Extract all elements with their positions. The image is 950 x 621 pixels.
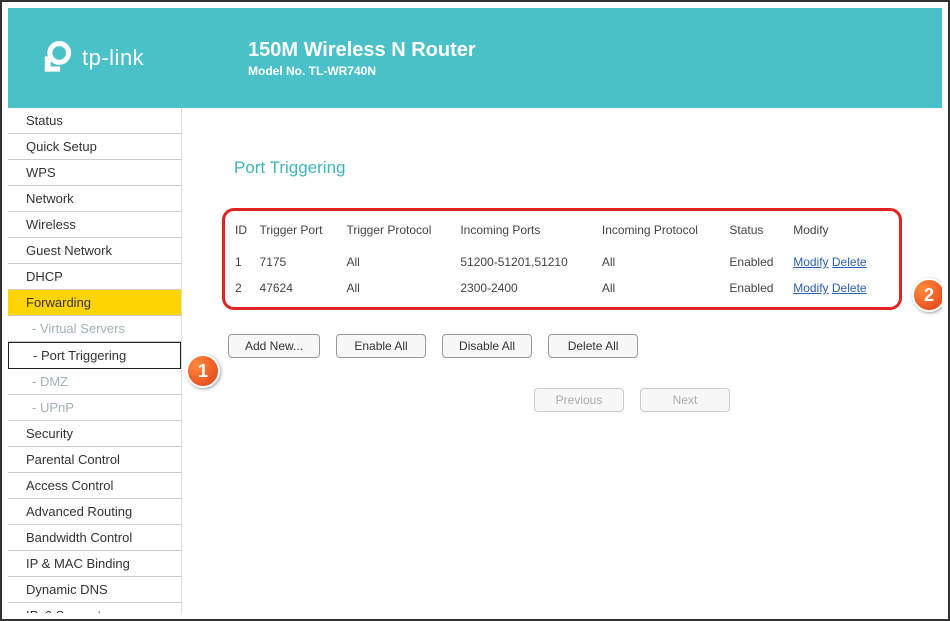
- delete-all-button[interactable]: Delete All: [548, 334, 638, 358]
- page-title: Port Triggering: [234, 158, 902, 178]
- col-trigger-protocol: Trigger Protocol: [342, 217, 456, 249]
- brand-text: tp-link: [82, 45, 144, 71]
- col-incoming-protocol: Incoming Protocol: [598, 217, 726, 249]
- callout-1: 1: [186, 354, 220, 388]
- delete-link[interactable]: Delete: [832, 281, 867, 295]
- sidebar-item-parental-control[interactable]: Parental Control: [8, 447, 181, 473]
- modify-link[interactable]: Modify: [793, 255, 828, 269]
- table-row: 247624All2300-2400AllEnabledModify Delet…: [231, 275, 889, 301]
- col-modify: Modify: [789, 217, 889, 249]
- action-buttons: Add New... Enable All Disable All Delete…: [222, 334, 902, 358]
- cell-trigger-protocol: All: [342, 249, 456, 275]
- next-button[interactable]: Next: [640, 388, 730, 412]
- previous-button[interactable]: Previous: [534, 388, 624, 412]
- col-id: ID: [231, 217, 256, 249]
- sidebar-item-bandwidth-control[interactable]: Bandwidth Control: [8, 525, 181, 551]
- sidebar-item-upnp[interactable]: - UPnP: [8, 395, 181, 421]
- cell-incoming-protocol: All: [598, 275, 726, 301]
- port-triggering-table: ID Trigger Port Trigger Protocol Incomin…: [231, 217, 889, 301]
- enable-all-button[interactable]: Enable All: [336, 334, 426, 358]
- model-number: Model No. TL-WR740N: [248, 64, 476, 78]
- logo: tp-link: [38, 41, 238, 75]
- cell-status: Enabled: [725, 275, 789, 301]
- port-triggering-table-highlight: ID Trigger Port Trigger Protocol Incomin…: [222, 208, 902, 310]
- sidebar-item-virtual-servers[interactable]: - Virtual Servers: [8, 316, 181, 342]
- disable-all-button[interactable]: Disable All: [442, 334, 532, 358]
- sidebar-item-guest-network[interactable]: Guest Network: [8, 238, 181, 264]
- cell-id: 1: [231, 249, 256, 275]
- sidebar-item-ip-mac-binding[interactable]: IP & MAC Binding: [8, 551, 181, 577]
- delete-link[interactable]: Delete: [832, 255, 867, 269]
- callout-2: 2: [912, 278, 942, 312]
- sidebar-item-dhcp[interactable]: DHCP: [8, 264, 181, 290]
- cell-modify: Modify Delete: [789, 275, 889, 301]
- cell-status: Enabled: [725, 249, 789, 275]
- product-title: 150M Wireless N Router: [248, 39, 476, 62]
- sidebar-item-dynamic-dns[interactable]: Dynamic DNS: [8, 577, 181, 603]
- cell-modify: Modify Delete: [789, 249, 889, 275]
- cell-trigger-protocol: All: [342, 275, 456, 301]
- sidebar-item-dmz[interactable]: - DMZ: [8, 369, 181, 395]
- sidebar-item-status[interactable]: Status: [8, 108, 181, 134]
- sidebar-item-wps[interactable]: WPS: [8, 160, 181, 186]
- cell-incoming-ports: 2300-2400: [456, 275, 598, 301]
- cell-incoming-ports: 51200-51201,51210: [456, 249, 598, 275]
- sidebar-item-quick-setup[interactable]: Quick Setup: [8, 134, 181, 160]
- col-trigger-port: Trigger Port: [256, 217, 343, 249]
- table-row: 17175All51200-51201,51210AllEnabledModif…: [231, 249, 889, 275]
- col-status: Status: [725, 217, 789, 249]
- sidebar-item-access-control[interactable]: Access Control: [8, 473, 181, 499]
- sidebar-item-wireless[interactable]: Wireless: [8, 212, 181, 238]
- sidebar: StatusQuick SetupWPSNetworkWirelessGuest…: [8, 108, 182, 613]
- sidebar-item-forwarding[interactable]: Forwarding: [8, 290, 181, 316]
- sidebar-item-security[interactable]: Security: [8, 421, 181, 447]
- sidebar-item-ipv6-support[interactable]: IPv6 Support: [8, 603, 181, 613]
- sidebar-item-port-triggering[interactable]: - Port Triggering: [8, 342, 181, 369]
- cell-incoming-protocol: All: [598, 249, 726, 275]
- tp-link-logo-icon: [38, 41, 72, 75]
- cell-trigger-port: 47624: [256, 275, 343, 301]
- pager: Previous Next: [222, 388, 902, 412]
- col-incoming-ports: Incoming Ports: [456, 217, 598, 249]
- cell-trigger-port: 7175: [256, 249, 343, 275]
- content-area: Port Triggering ID Trigger Port Trigger …: [182, 108, 942, 613]
- header: tp-link 150M Wireless N Router Model No.…: [8, 8, 942, 108]
- sidebar-item-advanced-routing[interactable]: Advanced Routing: [8, 499, 181, 525]
- sidebar-item-network[interactable]: Network: [8, 186, 181, 212]
- modify-link[interactable]: Modify: [793, 281, 828, 295]
- add-new-button[interactable]: Add New...: [228, 334, 320, 358]
- cell-id: 2: [231, 275, 256, 301]
- title-block: 150M Wireless N Router Model No. TL-WR74…: [248, 39, 476, 78]
